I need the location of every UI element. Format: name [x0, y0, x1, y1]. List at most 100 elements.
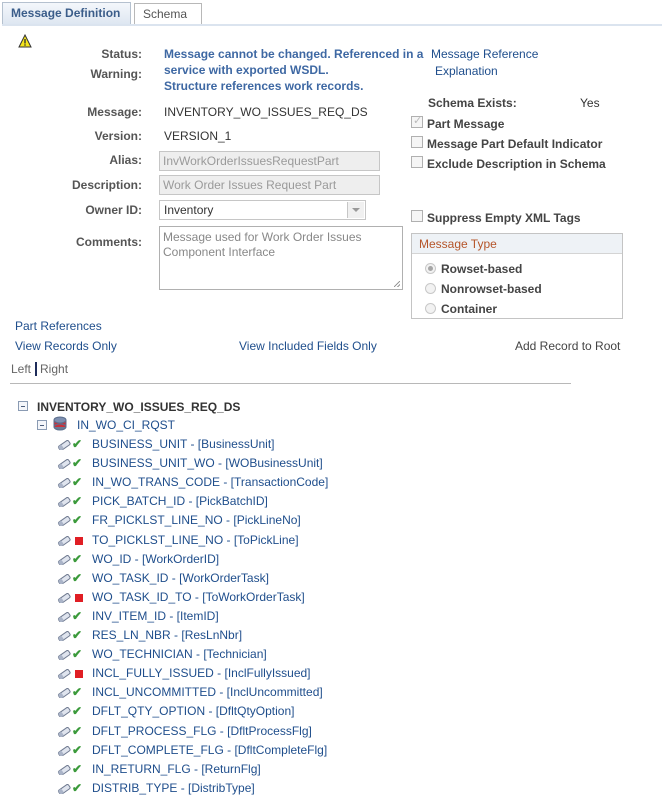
included-check-icon[interactable]: ✔	[72, 609, 84, 623]
tree-field-label[interactable]: WO_TASK_ID - [WorkOrderTask]	[92, 571, 269, 586]
tree-field-label[interactable]: WO_ID - [WorkOrderID]	[92, 552, 219, 567]
nonrowset-based-label: Nonrowset-based	[441, 282, 542, 296]
status-line: Structure references work records.	[164, 79, 364, 93]
collapse-record-icon[interactable]	[37, 420, 47, 430]
included-check-icon[interactable]: ✔	[72, 724, 84, 738]
comments-textarea[interactable]: Message used for Work Order Issues Compo…	[159, 226, 403, 290]
collapse-root-icon[interactable]	[18, 401, 28, 411]
tree-field-label[interactable]: IN_WO_TRANS_CODE - [TransactionCode]	[92, 475, 328, 490]
included-check-icon[interactable]: ✔	[72, 571, 84, 585]
tree-field-label[interactable]: WO_TECHNICIAN - [Technician]	[92, 647, 267, 662]
right-link[interactable]: Right	[40, 362, 68, 376]
status-line: Message cannot be changed. Referenced in…	[164, 47, 424, 61]
tree-field-label[interactable]: FR_PICKLST_LINE_NO - [PickLineNo]	[92, 513, 301, 528]
included-check-icon[interactable]: ✔	[72, 743, 84, 757]
view-records-only-link[interactable]: View Records Only	[15, 339, 117, 353]
status-message: Message cannot be changed. Referenced in…	[164, 46, 434, 94]
part-message-checkbox[interactable]	[411, 114, 423, 128]
rowset-based-label: Rowset-based	[441, 262, 523, 276]
edit-field-icon[interactable]	[57, 746, 71, 756]
included-check-icon[interactable]: ✔	[72, 628, 84, 642]
tree-field-label[interactable]: PICK_BATCH_ID - [PickBatchID]	[92, 494, 268, 509]
part-references-link[interactable]: Part References	[15, 319, 102, 333]
included-check-icon[interactable]: ✔	[72, 456, 84, 470]
tree-field-label[interactable]: TO_PICKLST_LINE_NO - [ToPickLine]	[92, 533, 299, 548]
nonrowset-based-radio[interactable]	[425, 283, 436, 294]
tree-field-label[interactable]: INV_ITEM_ID - [ItemID]	[92, 609, 219, 624]
add-record-to-root-link[interactable]: Add Record to Root	[515, 339, 620, 353]
tree-field-label[interactable]: IN_RETURN_FLG - [ReturnFlg]	[92, 762, 261, 777]
edit-field-icon[interactable]	[57, 612, 71, 622]
edit-field-icon[interactable]	[57, 650, 71, 660]
included-check-icon[interactable]: ✔	[72, 552, 84, 566]
comments-label: Comments:	[75, 235, 142, 249]
edit-field-icon[interactable]	[57, 688, 71, 698]
edit-field-icon[interactable]	[57, 669, 71, 679]
included-check-icon[interactable]: ✔	[72, 494, 84, 508]
view-included-fields-only-link[interactable]: View Included Fields Only	[239, 339, 377, 353]
tree-field-label[interactable]: DFLT_PROCESS_FLG - [DfltProcessFlg]	[92, 724, 312, 739]
included-check-icon[interactable]: ✔	[72, 513, 84, 527]
message-reference-link[interactable]: Message Reference	[431, 47, 538, 61]
edit-field-icon[interactable]	[57, 440, 71, 450]
comments-text: Message used for Work Order Issues Compo…	[163, 230, 362, 259]
excluded-square-icon[interactable]	[75, 670, 83, 678]
divider	[10, 383, 571, 384]
suppress-empty-xml-checkbox[interactable]	[411, 210, 423, 222]
edit-field-icon[interactable]	[57, 574, 71, 584]
tree-root-label: INVENTORY_WO_ISSUES_REQ_DS	[37, 400, 241, 414]
exclude-description-checkbox[interactable]	[411, 156, 423, 168]
edit-field-icon[interactable]	[57, 707, 71, 717]
tree-field-label[interactable]: DISTRIB_TYPE - [DistribType]	[92, 781, 255, 796]
version-label: Version:	[94, 129, 142, 143]
alias-label: Alias:	[109, 153, 142, 167]
edit-field-icon[interactable]	[57, 516, 71, 526]
message-type-group: Message Type Rowset-based Nonrowset-base…	[411, 233, 623, 319]
edit-field-icon[interactable]	[57, 727, 71, 737]
edit-field-icon[interactable]	[57, 765, 71, 775]
included-check-icon[interactable]: ✔	[72, 475, 84, 489]
excluded-square-icon[interactable]	[75, 594, 83, 602]
edit-field-icon[interactable]	[57, 536, 71, 546]
tab-schema[interactable]: Schema	[134, 3, 202, 24]
database-record-icon	[53, 416, 67, 431]
tab-message-definition[interactable]: Message Definition	[2, 2, 131, 25]
edit-field-icon[interactable]	[57, 478, 71, 488]
edit-field-icon[interactable]	[57, 784, 71, 794]
edit-field-icon[interactable]	[57, 593, 71, 603]
tree-field-label[interactable]: INCL_FULLY_ISSUED - [InclFullyIssued]	[92, 666, 311, 681]
description-field[interactable]: Work Order Issues Request Part	[159, 175, 380, 195]
container-label: Container	[441, 302, 498, 316]
tree-field-label[interactable]: BUSINESS_UNIT - [BusinessUnit]	[92, 437, 275, 452]
included-check-icon[interactable]: ✔	[72, 762, 84, 776]
tree-field-label[interactable]: DFLT_QTY_OPTION - [DfltQtyOption]	[92, 704, 294, 719]
excluded-square-icon[interactable]	[75, 537, 83, 545]
message-reference-explanation-link[interactable]: Explanation	[435, 64, 498, 78]
chevron-down-icon[interactable]	[347, 202, 364, 218]
edit-field-icon[interactable]	[57, 631, 71, 641]
message-value: INVENTORY_WO_ISSUES_REQ_DS	[164, 105, 368, 119]
edit-field-icon[interactable]	[57, 555, 71, 565]
included-check-icon[interactable]: ✔	[72, 437, 84, 451]
edit-field-icon[interactable]	[57, 459, 71, 469]
rowset-based-radio[interactable]	[425, 263, 436, 274]
edit-field-icon[interactable]	[57, 497, 71, 507]
resize-grip-icon[interactable]	[394, 281, 400, 287]
tree-record-link[interactable]: IN_WO_CI_RQST	[77, 418, 175, 432]
included-check-icon[interactable]: ✔	[72, 704, 84, 718]
tree-field-label[interactable]: WO_TASK_ID_TO - [ToWorkOrderTask]	[92, 590, 305, 605]
tree-field-label[interactable]: BUSINESS_UNIT_WO - [WOBusinessUnit]	[92, 456, 323, 471]
owner-id-select[interactable]: Inventory	[159, 200, 366, 220]
tree-field-label[interactable]: INCL_UNCOMMITTED - [InclUncommitted]	[92, 685, 323, 700]
description-label: Description:	[71, 178, 142, 192]
included-check-icon[interactable]: ✔	[72, 685, 84, 699]
included-check-icon[interactable]: ✔	[72, 781, 84, 795]
container-radio[interactable]	[425, 303, 436, 314]
left-right-toggle: Left Right	[11, 362, 68, 376]
alias-field[interactable]: InvWorkOrderIssuesRequestPart	[159, 151, 380, 171]
included-check-icon[interactable]: ✔	[72, 647, 84, 661]
tree-field-label[interactable]: RES_LN_NBR - [ResLnNbr]	[92, 628, 242, 643]
message-part-default-checkbox[interactable]	[411, 136, 423, 148]
tree-field-label[interactable]: DFLT_COMPLETE_FLG - [DfltCompleteFlg]	[92, 743, 327, 758]
left-link[interactable]: Left	[11, 362, 31, 376]
